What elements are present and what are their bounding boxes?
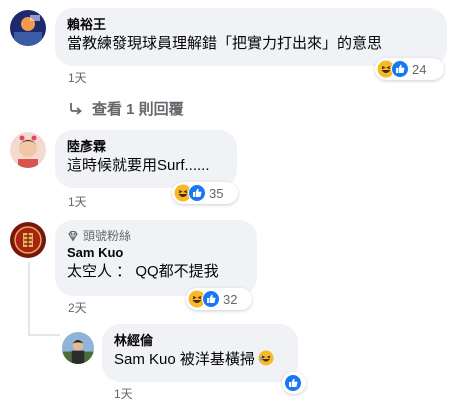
- comment-timestamp[interactable]: 1天: [68, 70, 87, 86]
- top-fan-badge: 頭號粉絲: [67, 228, 245, 244]
- reaction-summary[interactable]: [282, 372, 306, 394]
- like-reaction-icon: [284, 374, 302, 392]
- comment-text: 這時候就要用Surf......: [67, 157, 210, 174]
- like-reaction-icon: [391, 60, 409, 78]
- reply-thread-line: [28, 262, 30, 334]
- reaction-summary[interactable]: 35: [172, 182, 238, 204]
- comment-text: Sam Kuo 被洋基橫掃: [114, 350, 286, 370]
- comment-bubble: 頭號粉絲 Sam Kuo 太空人 ： QQ都不提我: [55, 220, 257, 296]
- reply-thread-connector: [28, 334, 60, 336]
- diamond-badge-icon: [68, 230, 78, 242]
- reaction-count: 24: [412, 61, 427, 77]
- view-replies-link[interactable]: 查看 1 則回覆: [68, 98, 184, 119]
- reply-arrow-icon: [70, 102, 82, 115]
- comment-author[interactable]: Sam Kuo: [67, 244, 245, 262]
- like-reaction-icon: [202, 290, 220, 308]
- reaction-count: 35: [209, 185, 224, 201]
- comment-text: 太空人 ： QQ都不提我: [67, 263, 219, 280]
- comment-text: 當教練發現球員理解錯「把實力打出來」的意思: [67, 35, 383, 52]
- comment-author[interactable]: 陸彥霖: [67, 138, 225, 156]
- comment-text-content: Sam Kuo 被洋基橫掃: [114, 351, 255, 368]
- avatar[interactable]: [62, 332, 94, 364]
- avatar[interactable]: [10, 222, 46, 258]
- top-fan-label: 頭號粉絲: [83, 229, 132, 243]
- view-replies-label: 查看 1 則回覆: [92, 101, 184, 118]
- comment-timestamp[interactable]: 1天: [114, 386, 133, 402]
- comment-bubble: 林經倫 Sam Kuo 被洋基橫掃: [102, 324, 298, 382]
- comment-author[interactable]: 賴裕王: [67, 16, 435, 34]
- like-reaction-icon: [188, 184, 206, 202]
- reaction-summary[interactable]: 32: [186, 288, 252, 310]
- comment-timestamp[interactable]: 1天: [68, 194, 87, 210]
- comment-author[interactable]: 林經倫: [114, 332, 286, 350]
- avatar[interactable]: [10, 10, 46, 46]
- comment-bubble: 陸彥霖 這時候就要用Surf......: [55, 130, 237, 188]
- laughing-emoji-icon: [258, 350, 274, 366]
- avatar[interactable]: [10, 132, 46, 168]
- reaction-count: 32: [223, 291, 238, 307]
- comment-timestamp[interactable]: 2天: [68, 300, 87, 316]
- reaction-summary[interactable]: 24: [375, 58, 444, 80]
